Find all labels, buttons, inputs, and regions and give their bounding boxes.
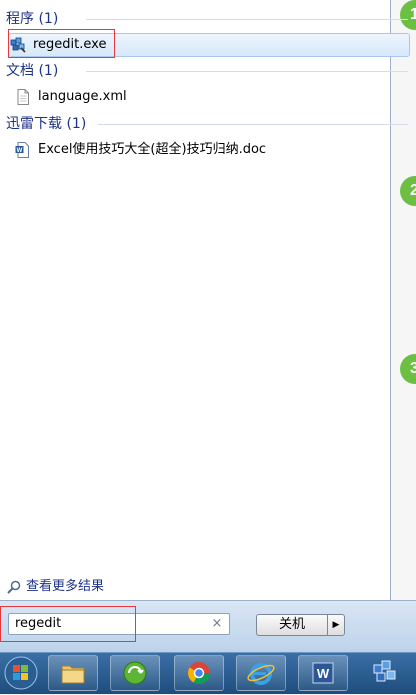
document-icon xyxy=(14,88,32,106)
taskbar-word-button[interactable]: W xyxy=(298,655,348,691)
search-input-value: regedit xyxy=(15,616,62,631)
svg-text:W: W xyxy=(17,148,23,154)
result-language-xml[interactable]: language.xml xyxy=(14,86,127,108)
result-label: language.xml xyxy=(38,89,127,104)
group-divider xyxy=(98,124,408,125)
word-document-icon: W xyxy=(14,141,32,159)
group-header-programs: 程序 (1) xyxy=(6,11,59,27)
group-divider xyxy=(86,71,408,72)
search-input[interactable]: regedit × xyxy=(8,613,230,635)
taskbar-explorer-button[interactable] xyxy=(48,655,98,691)
registry-editor-icon xyxy=(373,660,396,682)
folder-icon xyxy=(61,665,85,684)
shutdown-button[interactable]: 关机 xyxy=(256,614,327,636)
clear-search-icon[interactable]: × xyxy=(209,613,225,635)
group-header-documents: 文档 (1) xyxy=(6,63,59,79)
taskbar-chrome-button[interactable] xyxy=(174,655,224,691)
see-more-label: 查看更多结果 xyxy=(26,579,105,594)
result-regedit[interactable]: regedit.exe xyxy=(8,33,410,57)
registry-editor-icon xyxy=(9,36,27,54)
result-excel-doc[interactable]: W Excel使用技巧大全(超全)技巧归纳.doc xyxy=(14,139,266,161)
group-divider xyxy=(86,19,408,20)
svg-text:W: W xyxy=(317,666,330,681)
see-more-results-link[interactable]: 查看更多结果 xyxy=(6,577,104,597)
taskbar-app-button[interactable] xyxy=(110,655,160,691)
taskbar-registry-editor-button[interactable] xyxy=(360,655,410,691)
search-icon xyxy=(6,579,22,595)
shutdown-button-group: 关机 ▶ xyxy=(256,614,345,636)
taskbar-ie-button[interactable] xyxy=(236,655,286,691)
shutdown-options-arrow-icon[interactable]: ▶ xyxy=(327,614,345,636)
green-refresh-icon xyxy=(123,661,147,685)
result-label: regedit.exe xyxy=(33,37,107,52)
background-page-strip xyxy=(391,0,416,600)
start-orb-button[interactable] xyxy=(2,655,40,691)
internet-explorer-icon xyxy=(247,663,275,685)
chrome-icon xyxy=(188,662,210,684)
result-label: Excel使用技巧大全(超全)技巧归纳.doc xyxy=(38,142,267,157)
word-icon: W xyxy=(312,662,334,684)
group-header-thunder-downloads: 迅雷下载 (1) xyxy=(6,116,87,132)
